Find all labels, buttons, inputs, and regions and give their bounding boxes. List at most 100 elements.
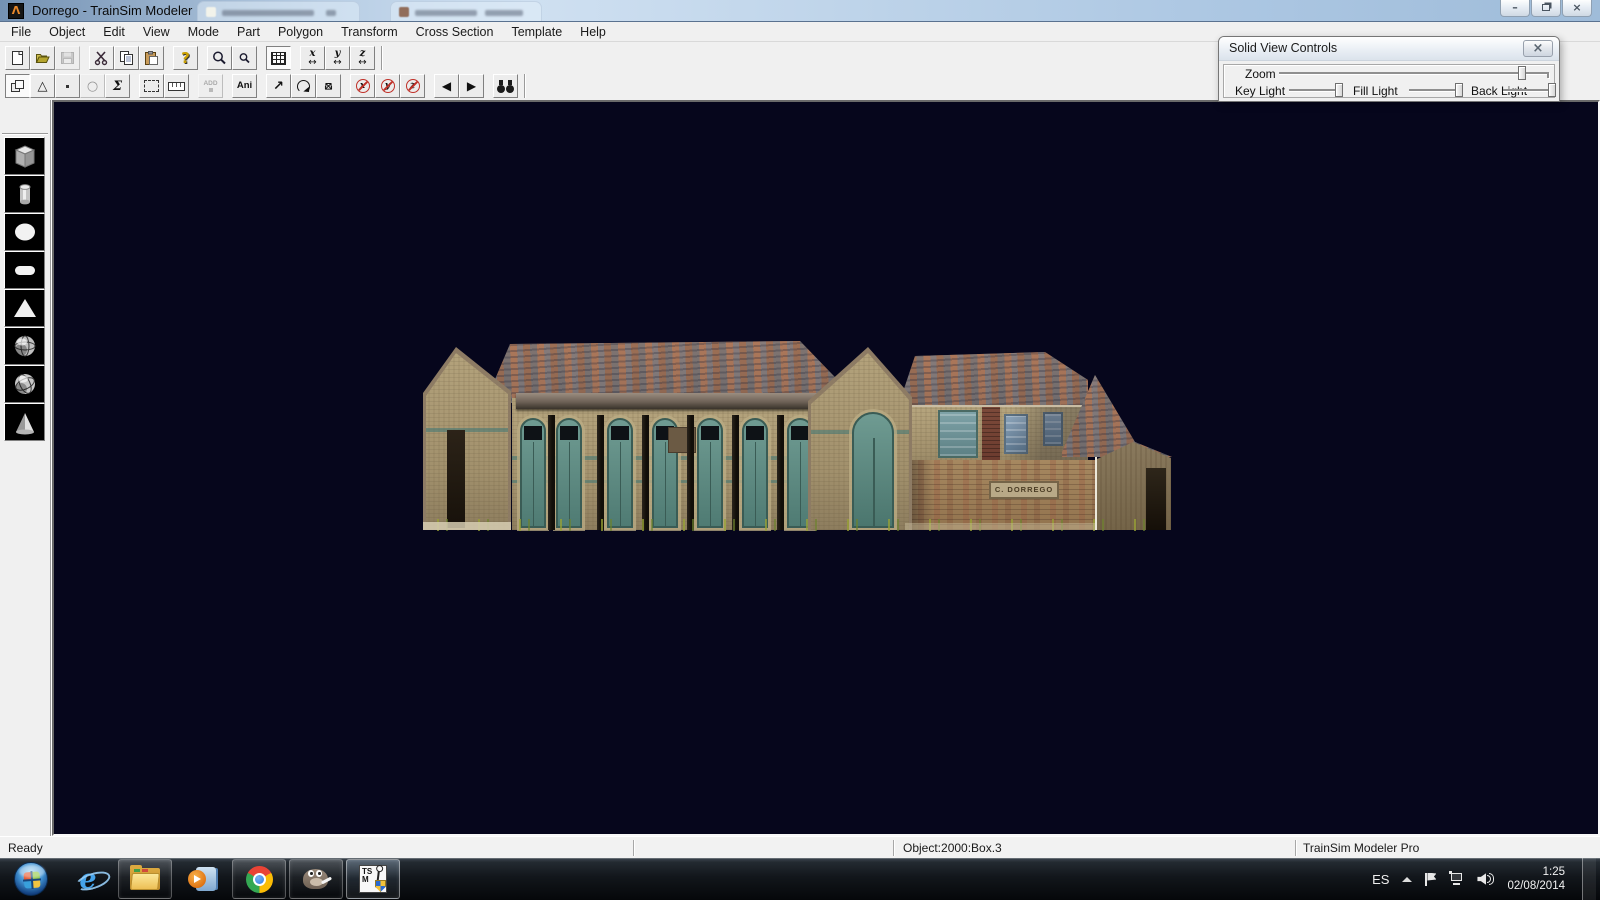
taskbar-chrome-button[interactable] (232, 859, 286, 899)
animation-button[interactable]: Ani (232, 74, 257, 98)
menu-template[interactable]: Template (502, 23, 571, 42)
show-desktop-button[interactable] (1582, 858, 1596, 900)
back-light-slider[interactable] (1503, 83, 1553, 97)
cut-button[interactable] (89, 46, 114, 70)
taskbar-trainsim-button[interactable]: TSM (346, 859, 400, 899)
next-button[interactable]: ▶ (459, 74, 484, 98)
point-icon (59, 78, 76, 94)
menu-polygon[interactable]: Polygon (269, 23, 332, 42)
model-post (777, 415, 784, 530)
network-icon[interactable] (1449, 873, 1464, 886)
menu-part[interactable]: Part (228, 23, 269, 42)
menu-file[interactable]: File (2, 23, 40, 42)
taskbar-media-player-button[interactable] (175, 859, 229, 899)
slider-track[interactable] (1503, 89, 1553, 91)
open-file-button[interactable] (30, 46, 55, 70)
geosphere2-primitive-button[interactable] (4, 365, 45, 403)
window-title: Dorrego - TrainSim Modeler (32, 3, 192, 18)
slider-track[interactable] (1289, 89, 1341, 91)
menu-view[interactable]: View (134, 23, 179, 42)
tab-close-blur (326, 10, 336, 16)
menu-help[interactable]: Help (571, 23, 615, 42)
menu-transform[interactable]: Transform (332, 23, 407, 42)
restore-button[interactable] (1531, 0, 1561, 17)
triangle-mode-button[interactable]: △ (30, 74, 55, 98)
clock[interactable]: 1:25 02/08/2014 (1507, 865, 1565, 893)
menu-edit[interactable]: Edit (94, 23, 134, 42)
chrome-icon (246, 866, 273, 893)
new-file-icon (9, 50, 26, 66)
taskbar-ie-button[interactable]: e (61, 859, 115, 899)
action-center-flag-icon[interactable] (1425, 873, 1436, 886)
volume-icon[interactable] (1477, 872, 1494, 886)
rotate-tool-button[interactable] (291, 74, 316, 98)
panel-title-bar[interactable]: Solid View Controls (1219, 37, 1559, 61)
copy-button[interactable] (114, 46, 139, 70)
slider-thumb[interactable] (1455, 83, 1463, 97)
app-icon[interactable]: Λ (8, 3, 24, 19)
circle-mode-button[interactable]: ○ (80, 74, 105, 98)
previous-button[interactable]: ◀ (434, 74, 459, 98)
clone-mode-button[interactable] (5, 74, 30, 98)
fill-light-slider[interactable] (1409, 83, 1461, 97)
z-axis-button[interactable]: z↔ (350, 46, 375, 70)
new-file-button[interactable] (5, 46, 30, 70)
copy-icon (118, 50, 135, 66)
ani-icon: Ani (237, 81, 252, 91)
taskbar-explorer-button[interactable] (118, 859, 172, 899)
point-mode-button[interactable] (55, 74, 80, 98)
panel-close-button[interactable]: × (1523, 40, 1553, 57)
scale-tool-button[interactable]: ↔ ↔ (316, 74, 341, 98)
zoom-out-button[interactable] (232, 46, 257, 70)
hidden-icons-arrow[interactable] (1402, 872, 1412, 882)
menu-cross-section[interactable]: Cross Section (407, 23, 503, 42)
station-sign: C. DORREGO (989, 481, 1059, 499)
sphere-primitive-button[interactable] (4, 213, 45, 251)
scissors-icon (93, 50, 110, 66)
language-indicator[interactable]: ES (1372, 872, 1389, 887)
sphere-icon (9, 217, 41, 247)
slider-thumb[interactable] (1548, 83, 1556, 97)
slider-track[interactable] (1279, 72, 1549, 74)
slider-track[interactable] (1409, 89, 1461, 91)
minimize-button[interactable]: – (1500, 0, 1530, 17)
sidebar-groove (2, 133, 48, 135)
menu-mode[interactable]: Mode (179, 23, 228, 42)
find-button[interactable] (493, 74, 518, 98)
menu-object[interactable]: Object (40, 23, 94, 42)
viewport-3d[interactable]: C. DORREGO (52, 100, 1600, 836)
lock-x-button[interactable]: x (350, 74, 375, 98)
cylinder-primitive-button[interactable] (4, 175, 45, 213)
y-axis-button[interactable]: y↔ (325, 46, 350, 70)
zoom-in-button[interactable] (207, 46, 232, 70)
box-primitive-button[interactable] (4, 137, 45, 175)
save-button[interactable] (55, 46, 80, 70)
zoom-slider-label: Zoom (1245, 67, 1276, 81)
add-button[interactable]: ADD (198, 74, 223, 98)
marquee-select-button[interactable] (139, 74, 164, 98)
start-button[interactable] (4, 859, 58, 899)
capsule-primitive-button[interactable] (4, 251, 45, 289)
panel-title: Solid View Controls (1229, 41, 1337, 55)
clock-time: 1:25 (1507, 865, 1565, 879)
move-tool-button[interactable]: ↗ (266, 74, 291, 98)
pyramid-primitive-button[interactable] (4, 289, 45, 327)
cone-primitive-button[interactable] (4, 403, 45, 441)
paste-button[interactable] (139, 46, 164, 70)
geosphere-primitive-button[interactable] (4, 327, 45, 365)
lock-z-button[interactable]: z (400, 74, 425, 98)
help-button[interactable]: ? (173, 46, 198, 70)
taskbar-gimp-button[interactable] (289, 859, 343, 899)
close-button[interactable]: × (1562, 0, 1592, 17)
key-light-slider[interactable] (1289, 83, 1341, 97)
slider-thumb[interactable] (1518, 66, 1526, 80)
model-ground-patch (905, 523, 1095, 530)
measure-button[interactable] (164, 74, 189, 98)
slider-thumb[interactable] (1335, 83, 1343, 97)
y-axis-icon: y↔ (333, 49, 341, 67)
grid-toggle-button[interactable] (266, 46, 291, 70)
lock-y-button[interactable]: y (375, 74, 400, 98)
spline-mode-button[interactable]: Σ (105, 74, 130, 98)
x-axis-button[interactable]: x↔ (300, 46, 325, 70)
zoom-slider[interactable] (1279, 66, 1549, 80)
